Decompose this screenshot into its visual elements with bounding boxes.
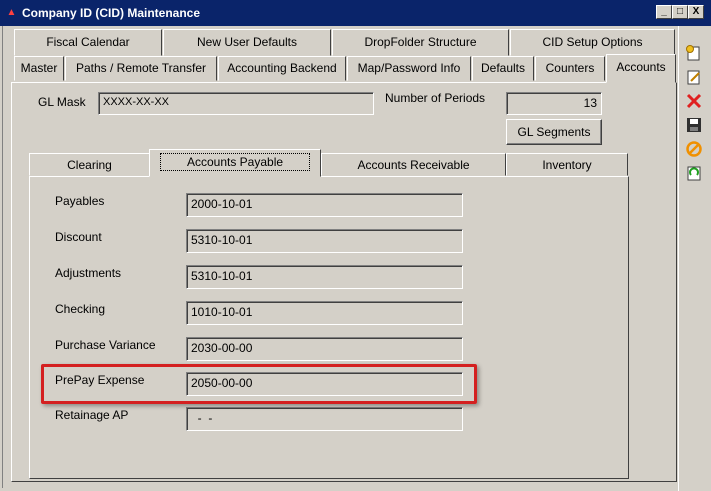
maximize-button[interactable]: □ — [672, 5, 688, 19]
gl-segments-button[interactable]: GL Segments — [506, 119, 602, 145]
retainage-ap-field[interactable]: - - — [186, 407, 463, 431]
tab-counters[interactable]: Counters — [535, 56, 605, 81]
subtab-inventory[interactable]: Inventory — [506, 153, 628, 176]
tab-accounts[interactable]: Accounts — [606, 54, 676, 83]
gl-mask-field[interactable]: XXXX-XX-XX — [98, 92, 374, 115]
payables-label: Payables — [55, 194, 105, 208]
purchase-variance-field[interactable]: 2030-00-00 — [186, 337, 463, 361]
tab-defaults[interactable]: Defaults — [472, 56, 534, 81]
edit-icon[interactable] — [683, 66, 705, 87]
tab-paths-remote-transfer[interactable]: Paths / Remote Transfer — [65, 56, 217, 81]
adjustments-label: Adjustments — [55, 266, 122, 280]
tab-master[interactable]: Master — [14, 56, 64, 81]
adjustments-field[interactable]: 5310-10-01 — [186, 265, 463, 289]
app-logo-icon: ▲ — [6, 7, 17, 18]
subtab-accounts-payable[interactable]: Accounts Payable — [149, 149, 321, 177]
tab-cid-setup-options[interactable]: CID Setup Options — [510, 29, 675, 56]
tab-new-user-defaults[interactable]: New User Defaults — [163, 29, 331, 56]
right-toolbar — [678, 26, 711, 491]
cancel-icon[interactable] — [683, 138, 705, 159]
refresh-icon[interactable] — [683, 162, 705, 183]
tab-accounting-backend[interactable]: Accounting Backend — [218, 56, 346, 81]
discount-field[interactable]: 5310-10-01 — [186, 229, 463, 253]
discount-label: Discount — [55, 230, 102, 244]
tab-dropfolder-structure[interactable]: DropFolder Structure — [332, 29, 509, 56]
checking-label: Checking — [55, 302, 106, 316]
prepay-highlight-box — [41, 364, 477, 404]
number-of-periods-label: Number of Periods — [385, 91, 486, 105]
minimize-button[interactable]: _ — [656, 5, 672, 19]
delete-icon[interactable] — [683, 90, 705, 111]
close-button[interactable]: X — [688, 5, 704, 19]
retainage-ap-label: Retainage AP — [55, 408, 129, 422]
checking-field[interactable]: 1010-10-01 — [186, 301, 463, 325]
tab-fiscal-calendar[interactable]: Fiscal Calendar — [14, 29, 162, 56]
payables-field[interactable]: 2000-10-01 — [186, 193, 463, 217]
purchase-variance-label: Purchase Variance — [55, 338, 156, 352]
save-icon[interactable] — [683, 114, 705, 135]
tab-map-password-info[interactable]: Map/Password Info — [347, 56, 471, 81]
title-bar[interactable]: ▲ Company ID (CID) Maintenance _ □ X — [0, 0, 711, 26]
window-title: Company ID (CID) Maintenance — [22, 6, 201, 20]
number-of-periods-field[interactable]: 13 — [506, 92, 602, 115]
accounts-payable-panel — [29, 176, 629, 479]
subtab-accounts-receivable[interactable]: Accounts Receivable — [321, 153, 506, 176]
subtab-clearing[interactable]: Clearing — [29, 153, 150, 176]
new-record-icon[interactable] — [683, 42, 705, 63]
gl-mask-label: GL Mask — [38, 95, 86, 109]
